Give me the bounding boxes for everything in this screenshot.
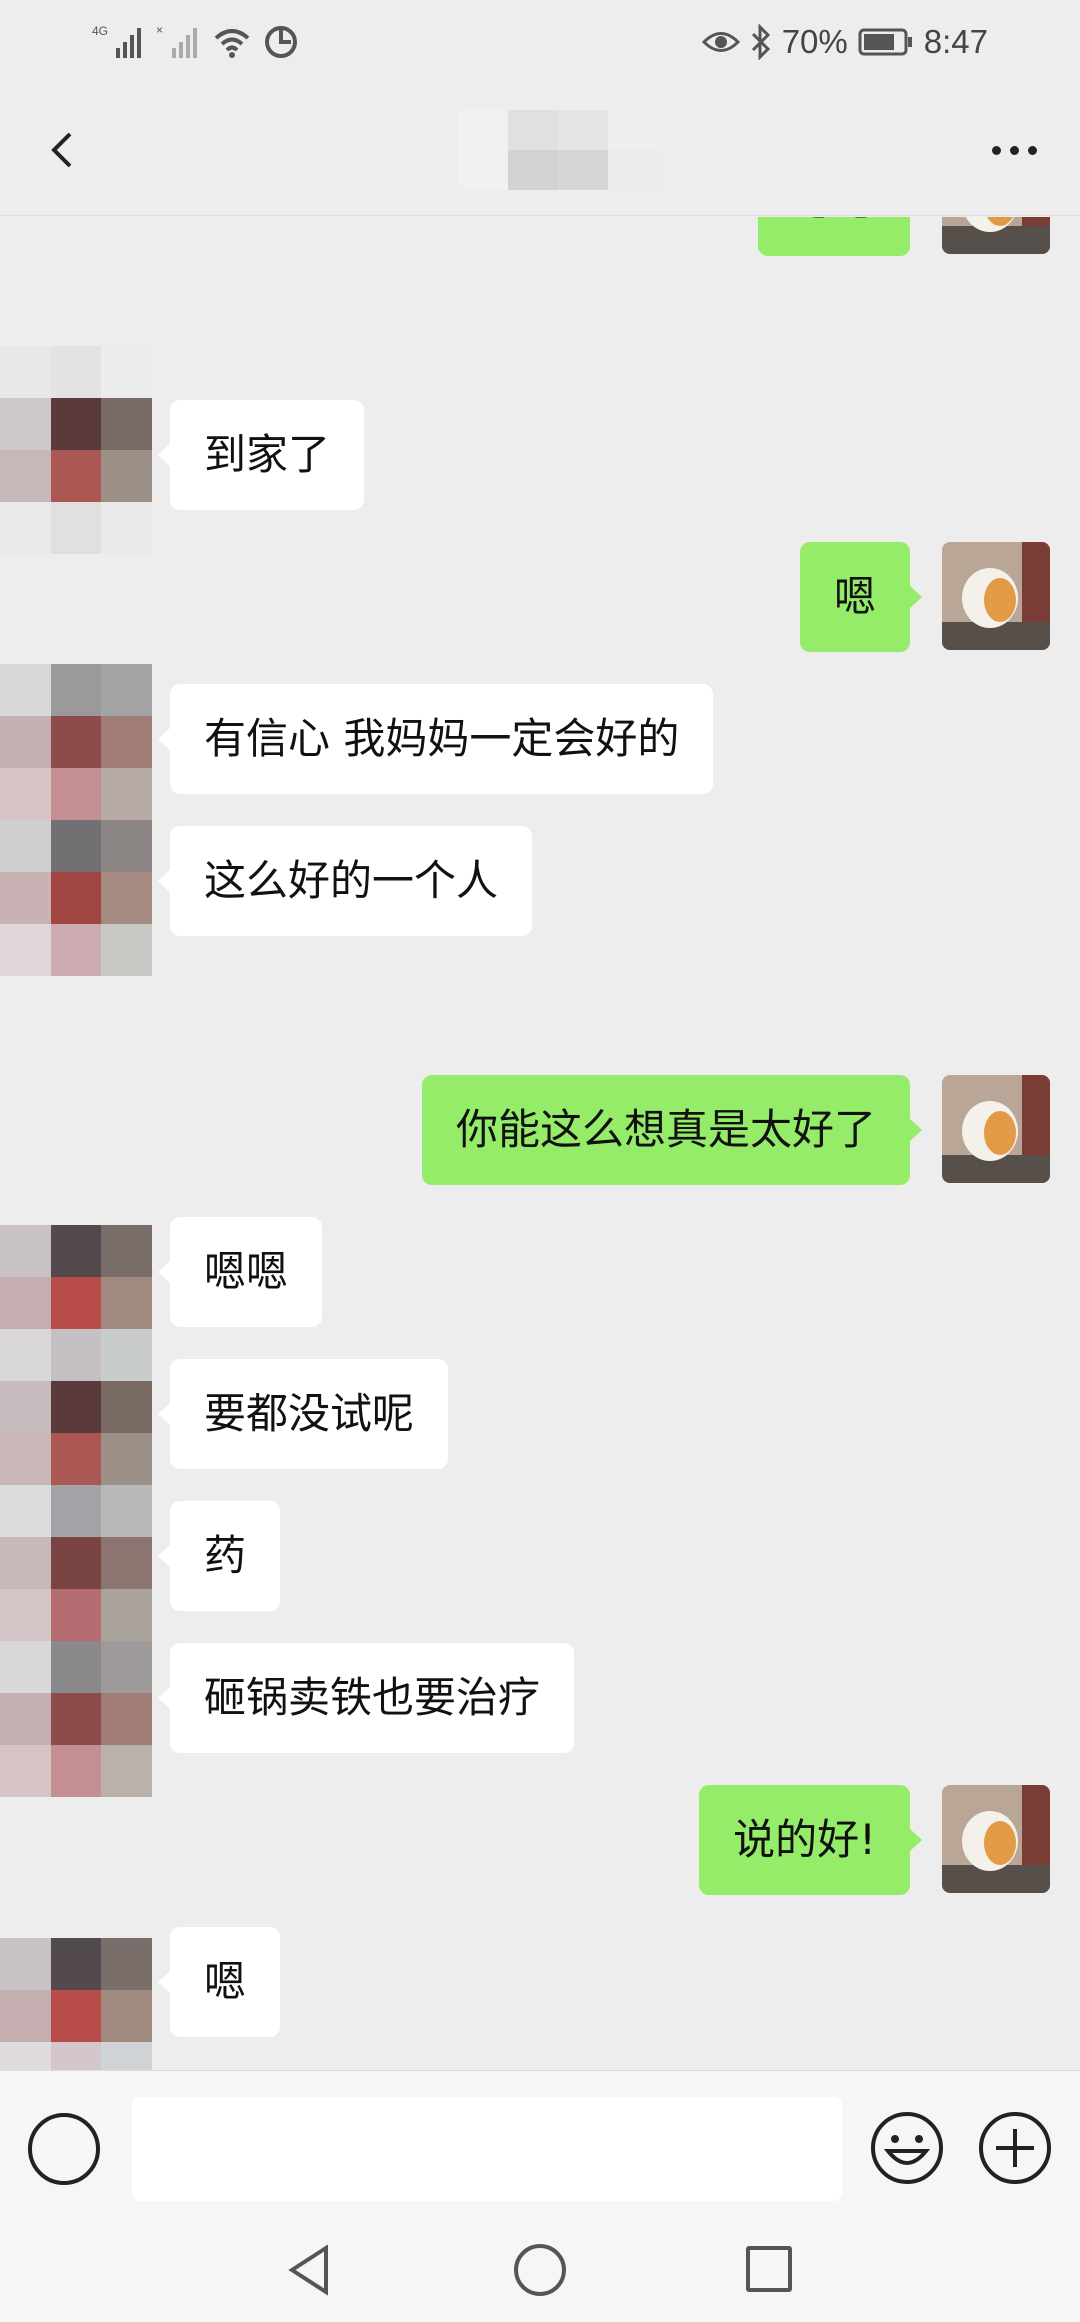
my-avatar[interactable] — [942, 217, 1050, 254]
title-blur-cell — [458, 150, 508, 190]
title-blur-cell — [458, 110, 508, 150]
chat-header — [0, 84, 1080, 216]
status-bar: 4G × 70% 8:47 — [0, 0, 1080, 84]
emoji-icon — [871, 2112, 943, 2184]
battery-percent: 70% — [781, 23, 848, 60]
status-right: 70% 8:47 — [701, 20, 988, 64]
network-label: 4G — [92, 24, 108, 38]
system-navigation-bar — [0, 2220, 1080, 2322]
data-saver-icon — [265, 26, 297, 58]
message-bubble-incoming[interactable]: 嗯 — [157, 1927, 281, 2037]
cat-avatar-image — [942, 1785, 1050, 1893]
message-bubble-outgoing[interactable]: 你能这么想真是太好了 — [421, 1075, 923, 1185]
plus-icon — [979, 2112, 1051, 2184]
system-home-icon[interactable] — [514, 2244, 566, 2296]
message-bubble-incoming[interactable]: 这么好的一个人 — [157, 826, 533, 936]
bluetooth-icon — [751, 24, 770, 60]
message-bubble-outgoing[interactable]: 嗯嗯 — [757, 217, 910, 256]
status-left: 4G × — [92, 20, 300, 64]
contact-avatar-blurred[interactable] — [0, 664, 152, 976]
svg-text:×: × — [156, 23, 163, 37]
input-bar — [0, 2070, 1080, 2220]
signal-no-sim-icon: × — [156, 23, 197, 58]
message-bubble-incoming[interactable]: 有信心 我妈妈一定会好的 — [157, 684, 714, 794]
message-bubble-incoming[interactable]: 砸锅卖铁也要治疗 — [157, 1643, 575, 1753]
message-bubble-outgoing[interactable]: 嗯 — [799, 542, 923, 652]
title-blur-cell — [558, 150, 608, 190]
title-blur-cell — [508, 150, 558, 190]
system-back-icon[interactable] — [282, 2242, 338, 2298]
message-bubble-incoming[interactable]: 药 — [157, 1501, 281, 1611]
message-bubble-outgoing[interactable]: 说的好! — [699, 1785, 922, 1895]
more-dots-icon — [1009, 145, 1019, 155]
title-blur-cell — [608, 150, 658, 190]
my-avatar[interactable] — [942, 1075, 1050, 1183]
voice-button[interactable] — [28, 2113, 100, 2185]
plus-button[interactable] — [976, 2109, 1054, 2187]
system-recents-icon[interactable] — [746, 2246, 792, 2292]
cat-avatar-image — [942, 1075, 1050, 1183]
clock: 8:47 — [923, 23, 988, 60]
back-button[interactable] — [30, 114, 102, 186]
cat-avatar-image — [942, 217, 1050, 254]
more-button[interactable] — [978, 118, 1050, 182]
contact-avatar-blurred[interactable] — [0, 346, 152, 554]
message-list[interactable]: 嗯嗯 到家了 嗯 — [0, 217, 1080, 2070]
my-avatar[interactable] — [942, 542, 1050, 650]
title-blur-cell — [558, 110, 608, 150]
title-blur-cell — [608, 110, 658, 150]
title-blur-cell — [508, 110, 558, 150]
wifi-icon — [214, 29, 250, 58]
contact-avatar-blurred[interactable] — [0, 1225, 152, 1797]
more-dots-icon — [991, 145, 1001, 155]
battery-icon — [858, 28, 912, 56]
message-input[interactable] — [132, 2097, 842, 2201]
emoji-button[interactable] — [868, 2109, 946, 2187]
eye-icon — [701, 32, 740, 52]
message-bubble-incoming[interactable]: 要都没试呢 — [157, 1359, 449, 1469]
signal-4g-icon: 4G — [92, 24, 141, 58]
message-bubble-incoming[interactable]: 嗯嗯 — [157, 1217, 323, 1327]
more-dots-icon — [1027, 145, 1037, 155]
chevron-left-icon — [51, 132, 72, 168]
contact-avatar-blurred[interactable] — [0, 1938, 152, 2070]
my-avatar[interactable] — [942, 1785, 1050, 1893]
message-bubble-incoming[interactable]: 到家了 — [157, 400, 365, 510]
cat-avatar-image — [942, 542, 1050, 650]
chat-title — [458, 110, 658, 190]
